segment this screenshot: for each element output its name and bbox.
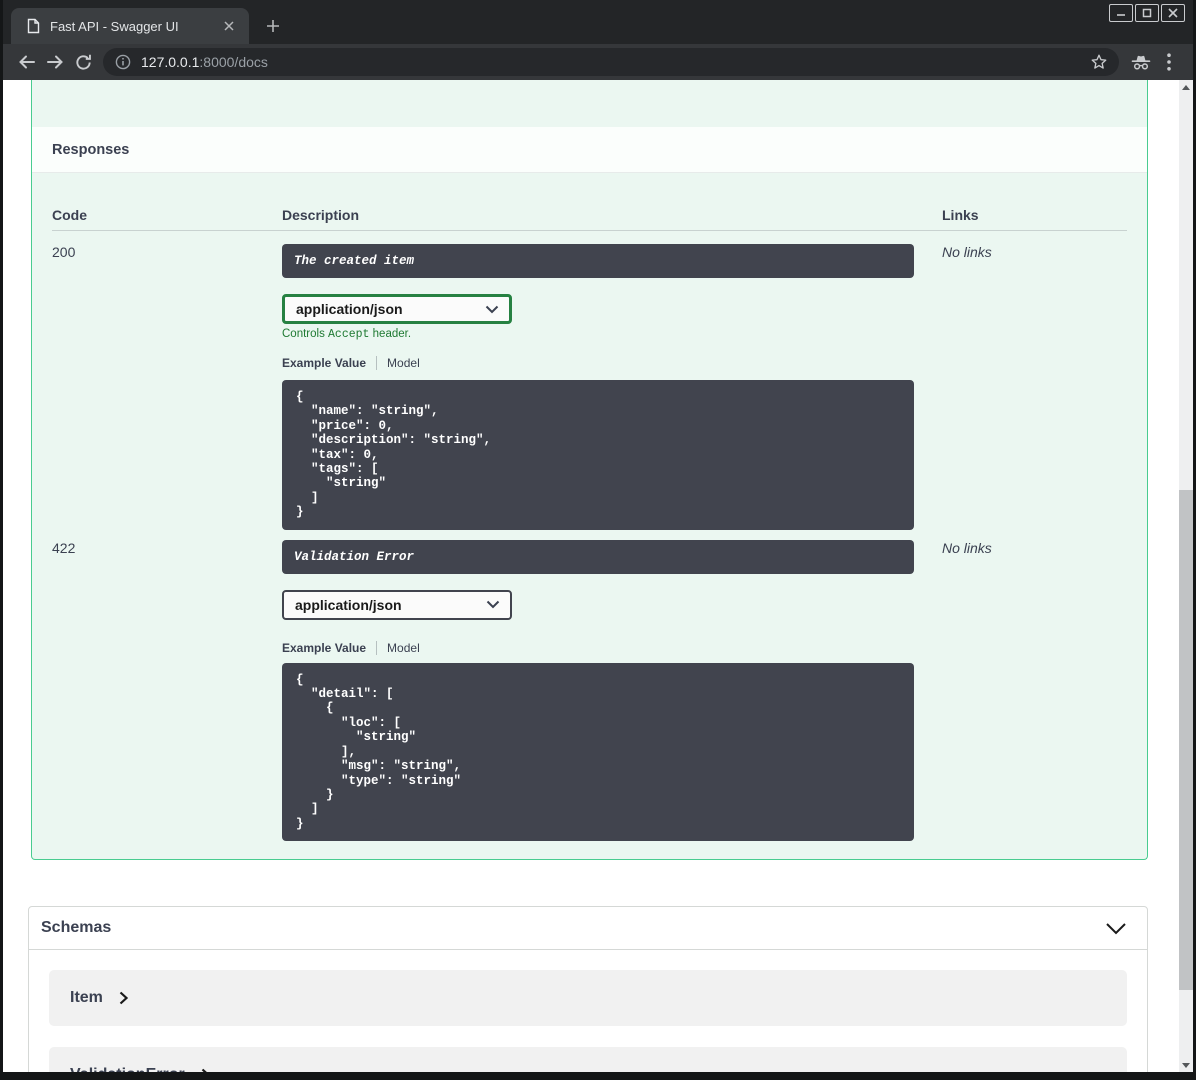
scroll-down-arrow[interactable] [1179,1058,1193,1072]
response-description-cell: Validation Error application/json Exampl… [282,530,914,842]
response-code-cell: 200 [52,231,282,260]
titlebar: Fast API - Swagger UI [3,0,1193,44]
accept-note-suffix: header. [369,328,412,340]
url-text[interactable]: 127.0.0.1:8000/docs [141,54,1085,70]
tab-example-value[interactable]: Example Value [282,641,366,655]
post-opblock: Responses Code Description Links 200 The… [31,80,1148,861]
maximize-button[interactable] [1135,4,1159,22]
response-code: 422 [52,539,76,556]
schema-name: Item [70,989,103,1007]
reload-button[interactable] [69,48,97,76]
back-button[interactable] [13,48,41,76]
schemas-body: Item ValidationError [29,950,1147,1072]
scrollbar-thumb[interactable] [1179,490,1193,990]
response-description-box: Validation Error [282,539,914,574]
incognito-icon[interactable] [1127,48,1155,76]
url-bar[interactable]: 127.0.0.1:8000/docs [103,48,1119,76]
schema-item-card[interactable]: Item [49,970,1127,1027]
schemas-header[interactable]: Schemas [29,907,1147,951]
tab-model[interactable]: Model [387,356,420,370]
response-links-cell: No links [914,530,1127,556]
links-column-header: Links [942,207,979,223]
schema-name: ValidationError [70,1066,185,1072]
window-controls [1109,4,1185,22]
media-type-select[interactable]: application/json [282,589,512,620]
example-json-422: { "detail": [ { "loc": [ "string" ], "ms… [282,662,914,842]
browser-window: Fast API - Swagger UI 127.0.0.1:8000/doc… [0,0,1196,1080]
schemas-section: Schemas Item ValidationError [28,906,1148,1072]
chevron-right-icon [201,1068,207,1072]
response-description: Validation Error [294,549,415,564]
new-tab-button[interactable] [259,12,287,40]
tab-close-icon[interactable] [219,16,239,36]
response-row-422: 422 Validation Error application/json Ex… [52,530,1127,842]
response-code-cell: 422 [52,530,282,556]
example-model-tabs: Example Value Model [282,640,914,656]
minimize-button[interactable] [1109,4,1133,22]
url-host: 127.0.0.1 [141,54,200,70]
site-info-icon[interactable] [115,54,131,70]
chevron-down-icon[interactable] [1105,922,1127,935]
code-column-header: Code [52,207,87,223]
bookmark-star-icon[interactable] [1085,48,1113,76]
example-model-tabs: Example Value Model [282,355,914,371]
response-row-200: 200 The created item application/json Co… [52,231,1127,530]
responses-table-head: Code Description Links [52,193,1127,231]
opblock-spacer [32,80,1147,127]
description-column-header: Description [282,207,360,223]
forward-button[interactable] [41,48,69,76]
close-button[interactable] [1161,4,1185,22]
scroll-up-arrow[interactable] [1179,80,1193,94]
media-type-value: application/json [296,301,403,317]
responses-section-header: Responses [32,127,1147,173]
tab-model[interactable]: Model [387,641,420,655]
tab-divider [376,640,378,655]
media-type-value: application/json [295,596,402,613]
browser-tab[interactable]: Fast API - Swagger UI [11,8,249,44]
no-links-label: No links [942,539,992,556]
vertical-scrollbar[interactable] [1179,80,1193,1072]
chevron-down-icon [486,600,500,609]
chevron-right-icon [119,991,128,1005]
no-links-label: No links [942,244,992,260]
response-links-cell: No links [914,231,1127,260]
chevron-down-icon [485,305,499,313]
browser-menu-icon[interactable] [1155,48,1183,76]
tab-divider [376,356,378,370]
accept-note-code: Accept [328,328,370,341]
tab-example-value[interactable]: Example Value [282,356,366,370]
responses-title: Responses [52,141,130,158]
page-favicon-icon [27,18,40,34]
media-type-select[interactable]: application/json [282,294,512,324]
swagger-page: Responses Code Description Links 200 The… [3,80,1179,1072]
response-description: The created item [294,254,415,268]
response-description-box: The created item [282,244,914,278]
schemas-title: Schemas [41,919,112,937]
accept-header-note: Controls Accept header. [282,328,914,341]
accept-note-prefix: Controls [282,328,329,340]
browser-toolbar: 127.0.0.1:8000/docs [3,44,1193,80]
response-code: 200 [52,244,76,260]
tab-title: Fast API - Swagger UI [50,18,179,34]
responses-table: Code Description Links 200 The created i… [32,173,1147,859]
schema-validationerror-card[interactable]: ValidationError [49,1047,1127,1072]
page-viewport: Responses Code Description Links 200 The… [3,80,1193,1072]
example-json-200: { "name": "string", "price": 0, "descrip… [282,380,914,530]
response-description-cell: The created item application/json Contro… [282,231,914,530]
url-path: :8000/docs [199,54,268,70]
